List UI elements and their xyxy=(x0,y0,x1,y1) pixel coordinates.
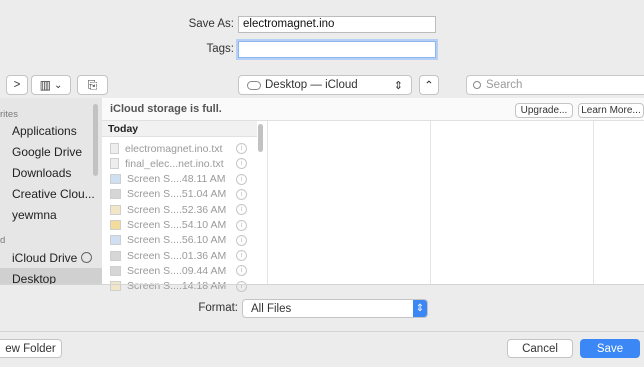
format-label: Format: xyxy=(198,302,238,314)
info-icon[interactable]: i xyxy=(236,188,247,200)
expand-toggle-button[interactable]: ⌃ xyxy=(419,75,439,95)
save-as-label: Save As: xyxy=(188,18,234,30)
learn-more-button[interactable]: Learn More... xyxy=(578,103,644,118)
info-icon[interactable]: i xyxy=(236,204,247,216)
sidebar-item-creative-cloud[interactable]: Creative Clou... xyxy=(0,183,102,204)
search-placeholder: Search xyxy=(486,79,523,91)
file-name: Screen S....48.11 AM xyxy=(127,173,226,186)
column-view-icon: ▥ xyxy=(39,78,51,92)
sidebar-item-label: Creative Clou... xyxy=(12,186,95,201)
save-as-field[interactable]: electromagnet.ino xyxy=(238,16,436,33)
sidebar-item-downloads[interactable]: Downloads xyxy=(0,162,102,183)
sidebar-section-icloud: d xyxy=(0,235,6,246)
sidebar-item-label: Google Drive xyxy=(12,144,83,159)
file-name: Screen S....14.18 AM xyxy=(127,280,227,293)
info-icon[interactable]: i xyxy=(236,250,247,262)
chevron-down-icon: ⌄ xyxy=(53,79,63,91)
sidebar-item-icloud-drive[interactable]: iCloud Drive xyxy=(0,247,102,268)
file-row[interactable]: Screen S....56.10 AM i xyxy=(102,233,257,248)
image-file-icon xyxy=(110,220,121,230)
sidebar-scrollbar[interactable] xyxy=(93,104,98,176)
new-folder-icon-button[interactable]: ⎘ xyxy=(77,75,108,95)
sidebar-item-label: Desktop xyxy=(12,271,57,285)
info-icon[interactable]: i xyxy=(236,219,247,231)
image-file-icon xyxy=(110,174,121,185)
file-row[interactable]: Screen S....48.11 AM i xyxy=(102,172,257,187)
location-label: Desktop — iCloud xyxy=(265,79,358,91)
cloud-icon xyxy=(247,80,261,90)
sidebar-item-label: yewmna xyxy=(12,207,57,222)
info-icon[interactable]: i xyxy=(236,173,247,185)
file-row[interactable]: Screen S....01.36 AM i xyxy=(102,248,257,263)
updown-chevron-icon: ⇕ xyxy=(413,300,427,317)
info-icon[interactable]: i xyxy=(236,265,247,277)
location-popup[interactable]: Desktop — iCloud ⇕ xyxy=(238,75,412,95)
image-file-icon xyxy=(110,204,121,215)
info-icon[interactable]: i xyxy=(236,158,247,170)
file-name: Screen S....54.10 AM xyxy=(127,219,227,231)
file-list-scrollbar[interactable] xyxy=(258,124,263,152)
image-file-icon xyxy=(110,265,121,276)
search-field[interactable]: Search xyxy=(466,75,644,95)
file-name: Screen S....56.10 AM xyxy=(127,234,227,247)
sidebar-item-label: Applications xyxy=(12,123,77,138)
back-button[interactable]: > xyxy=(6,75,28,95)
tags-label: Tags: xyxy=(206,43,235,55)
file-row[interactable]: Screen S....14.18 AM i xyxy=(102,279,257,294)
image-file-icon xyxy=(110,189,121,200)
text-document-icon xyxy=(110,143,119,154)
image-file-icon xyxy=(110,250,121,261)
sidebar: rites Applications Google Drive Download… xyxy=(0,98,102,284)
file-row[interactable]: Screen S....09.44 AM i xyxy=(102,263,257,278)
progress-ring-icon xyxy=(81,252,93,263)
save-button[interactable]: Save xyxy=(580,339,640,358)
file-name: Screen S....01.36 AM xyxy=(127,249,227,262)
updown-chevron-icon: ⇕ xyxy=(393,79,403,92)
format-popup[interactable]: All Files ⇕ xyxy=(242,299,428,318)
file-name: final_elec...net.ino.txt xyxy=(125,157,224,170)
info-icon[interactable]: i xyxy=(236,280,247,292)
footer-divider xyxy=(0,331,644,332)
sidebar-item-label: iCloud Drive xyxy=(12,250,78,265)
sidebar-section-favorites: rites xyxy=(0,109,18,120)
format-value: All Files xyxy=(251,302,292,315)
upgrade-button[interactable]: Upgrade... xyxy=(515,103,573,118)
info-icon[interactable]: i xyxy=(236,234,247,246)
column-separator xyxy=(430,121,431,284)
search-icon xyxy=(473,81,481,89)
file-row[interactable]: Screen S....51.04 AM i xyxy=(102,187,257,202)
file-row[interactable]: electromagnet.ino.txt i xyxy=(102,141,257,156)
file-row[interactable]: Screen S....54.10 AM i xyxy=(102,218,257,233)
file-name: electromagnet.ino.txt xyxy=(125,142,223,155)
sidebar-item-desktop[interactable]: Desktop xyxy=(0,268,102,284)
image-file-icon xyxy=(110,235,121,246)
file-name: Screen S....51.04 AM xyxy=(127,188,227,201)
chevron-up-icon: ⌃ xyxy=(424,80,434,92)
new-folder-button[interactable]: ew Folder xyxy=(0,339,62,358)
file-name: Screen S....52.36 AM xyxy=(127,203,227,216)
file-name: Screen S....09.44 AM xyxy=(127,264,227,277)
browser-bottom-divider xyxy=(0,284,644,285)
text-document-icon xyxy=(110,158,119,170)
icloud-banner-message: iCloud storage is full. xyxy=(110,103,222,115)
sidebar-item-yewmna[interactable]: yewmna xyxy=(0,204,102,225)
chevron-right-icon: > xyxy=(13,79,21,91)
sidebar-item-applications[interactable]: Applications xyxy=(0,120,102,141)
folder-icon: ⎘ xyxy=(87,77,98,92)
sidebar-item-google-drive[interactable]: Google Drive xyxy=(0,141,102,162)
file-row[interactable]: Screen S....52.36 AM i xyxy=(102,202,257,217)
image-file-icon xyxy=(110,281,121,292)
column-separator xyxy=(593,121,594,284)
file-row[interactable]: final_elec...net.ino.txt i xyxy=(102,156,257,171)
view-mode-button[interactable]: ▥ ⌄ xyxy=(31,75,71,95)
date-group-header: Today xyxy=(102,121,257,137)
cancel-button[interactable]: Cancel xyxy=(507,339,573,358)
tags-field[interactable] xyxy=(238,41,436,58)
column-separator xyxy=(267,121,268,284)
info-icon[interactable]: i xyxy=(236,143,247,154)
sidebar-item-label: Downloads xyxy=(12,165,72,180)
